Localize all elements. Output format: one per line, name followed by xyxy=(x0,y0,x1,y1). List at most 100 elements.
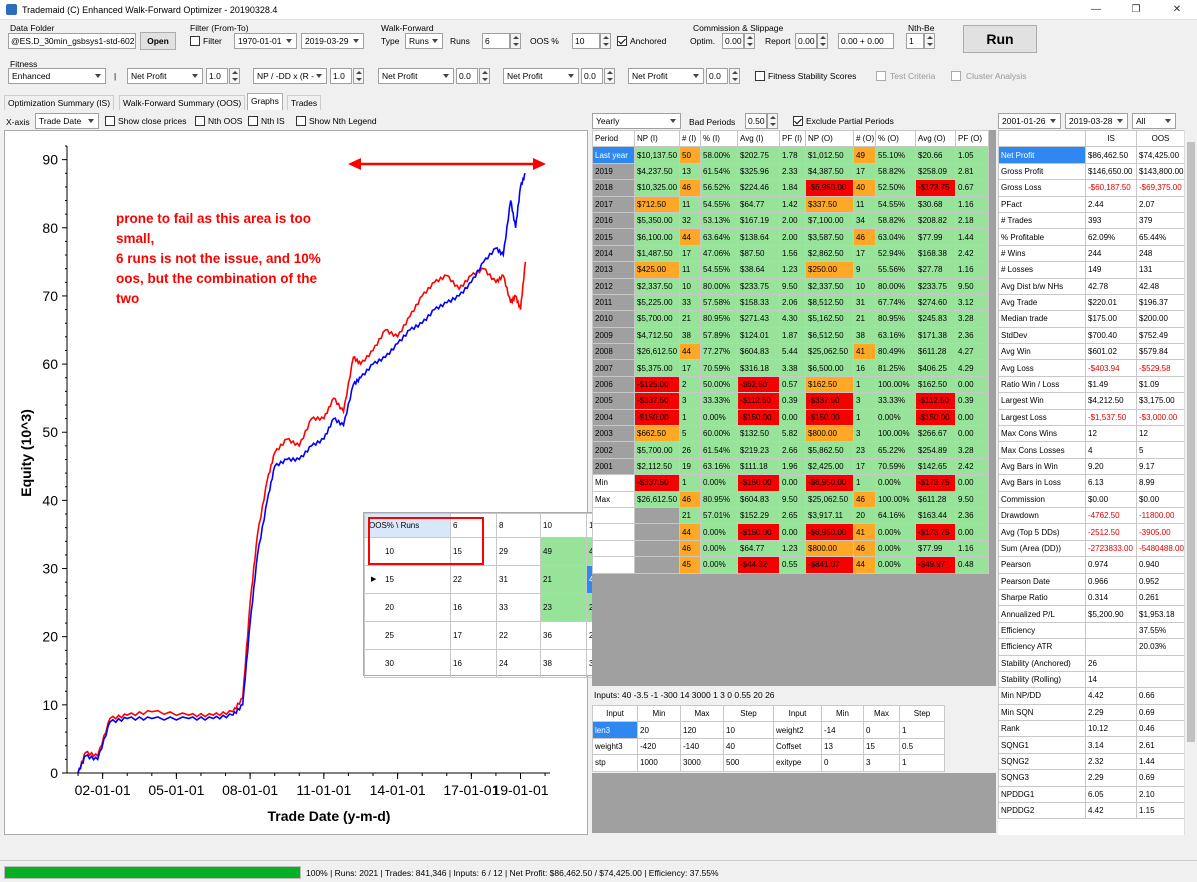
stats-row[interactable]: Avg Dist b/w NHs 42.78 42.48 xyxy=(998,277,1185,295)
inputs-cell[interactable]: exitype xyxy=(773,754,822,772)
inputs-cell[interactable]: len3 xyxy=(592,721,638,739)
inputs-cell[interactable]: 3 xyxy=(863,754,900,772)
stats-row[interactable]: Avg Win $601.02 $579.84 xyxy=(998,343,1185,361)
stats-row[interactable]: Min SQN 2.29 0.69 xyxy=(998,703,1185,722)
runs-spinner[interactable] xyxy=(510,33,521,49)
report-input[interactable]: 0.00 xyxy=(795,33,817,49)
matrix-cell[interactable]: 29 xyxy=(496,537,541,566)
fitness2-spinner[interactable] xyxy=(353,68,364,84)
exclude-partial-checkbox[interactable] xyxy=(793,116,803,126)
stats-row[interactable]: NPDDG2 4.42 1.15 xyxy=(998,802,1185,820)
stats-row[interactable]: Pearson Date 0.966 0.952 xyxy=(998,572,1185,590)
period-row[interactable]: 2001 $2,112.50 19 63.16% $111.18 1.96 $2,425.0… xyxy=(592,457,989,476)
matrix-cell[interactable]: 22 xyxy=(450,565,497,594)
stats-scrollbar[interactable] xyxy=(1184,130,1196,835)
period-row[interactable]: 2019 $4,237.50 13 61.54% $325.96 2.33 $4,387.5… xyxy=(592,162,989,181)
stats-row[interactable]: Stability (Rolling) 14 xyxy=(998,670,1185,689)
matrix-cell[interactable]: 24 xyxy=(496,649,541,678)
matrix-cell[interactable]: 16 xyxy=(450,593,497,622)
stats-row[interactable]: Max Cons Wins 12 12 xyxy=(998,425,1185,443)
period-col-header[interactable]: Avg (O) xyxy=(915,129,956,148)
stats-row[interactable]: Commission $0.00 $0.00 xyxy=(998,490,1185,508)
type-select[interactable]: Runs xyxy=(405,33,443,49)
fitness4-spinner[interactable] xyxy=(604,68,615,84)
period-col-header[interactable]: Avg (I) xyxy=(737,129,780,148)
inputs-cell[interactable]: 3000 xyxy=(680,754,724,772)
period-row[interactable]: 2015 $6,100.00 44 63.64% $138.64 2.00 $3,587.5… xyxy=(592,228,989,246)
inputs-cell[interactable]: -140 xyxy=(680,737,724,756)
report-spinner[interactable] xyxy=(817,33,828,49)
inputs-col-header[interactable]: Min xyxy=(821,704,864,723)
xaxis-select[interactable]: Trade Date xyxy=(35,113,99,129)
inputs-col-header[interactable]: Step xyxy=(899,704,945,723)
fitness1-select[interactable]: Net Profit xyxy=(127,68,203,84)
period-row[interactable]: 2010 $5,700.00 21 80.95% $271.43 4.30 $5,162.5… xyxy=(592,310,989,328)
inputs-cell[interactable]: 120 xyxy=(680,721,724,739)
stats-row[interactable]: Ratio Win / Loss $1.49 $1.09 xyxy=(998,375,1185,394)
stats-row[interactable]: Avg Bars in Win 9.20 9.17 xyxy=(998,457,1185,476)
period-row[interactable]: 2006 -$125.00 2 50.00% -$62.50 0.57 $162.50 1 10… xyxy=(592,375,989,394)
period-row[interactable]: Last year $10,137.50 50 58.00% $202.75 1.78 $1… xyxy=(592,146,989,164)
tab-graphs[interactable]: Graphs xyxy=(247,93,283,110)
period-row[interactable]: 2018 $10,325.00 46 56.52% $224.46 1.84 -$6,950… xyxy=(592,179,989,197)
inputs-cell[interactable]: stp xyxy=(592,754,638,772)
stats-row[interactable]: Min NP/DD 4.42 0.66 xyxy=(998,687,1185,705)
stats-row[interactable]: # Losses 149 131 xyxy=(998,261,1185,279)
inputs-cell[interactable]: -14 xyxy=(821,721,864,739)
inputs-cell[interactable]: Coffset xyxy=(773,737,822,756)
nth-spinner[interactable] xyxy=(924,33,935,49)
test-criteria-checkbox[interactable] xyxy=(876,71,886,81)
period-row[interactable]: 2014 $1,487.50 17 47.06% $87.50 1.56 $2,862.50… xyxy=(592,244,989,263)
scrollbar-thumb[interactable] xyxy=(1187,142,1195,742)
inputs-row[interactable]: stp 1000 3000 500 exitype 0 3 1 xyxy=(592,754,945,772)
inputs-col-header[interactable]: Max xyxy=(863,704,900,723)
stats-row[interactable]: Largest Win $4,212.50 $3,175.00 xyxy=(998,392,1185,410)
period-row[interactable]: 21 57.01% $152.29 2.65 $3,917.11 20 64.16% $163… xyxy=(592,506,989,525)
period-col-header[interactable]: % (I) xyxy=(700,129,738,148)
stats-row[interactable]: Rank 10.12 0.46 xyxy=(998,720,1185,738)
period-col-header[interactable]: NP (O) xyxy=(805,129,854,148)
period-row[interactable]: Max $26,612.50 46 80.95% $604.83 9.50 $25,062.… xyxy=(592,490,989,508)
inputs-cell[interactable]: 20 xyxy=(637,721,681,739)
stats-row[interactable]: PFact 2.44 2.07 xyxy=(998,195,1185,213)
fitness3-spinner[interactable] xyxy=(479,68,490,84)
optim-input[interactable]: 0.00 xyxy=(722,33,744,49)
period-row[interactable]: 46 0.00% $64.77 1.23 $800.00 46 0.00% $77.99 1.1… xyxy=(592,539,989,558)
inputs-col-header[interactable]: Input xyxy=(773,704,822,723)
fitness2-weight[interactable]: 1.0 xyxy=(330,68,352,84)
period-row[interactable]: 2004 -$150.00 1 0.00% -$150.00 0.00 -$150.00 1 0… xyxy=(592,408,989,427)
fitness3-weight[interactable]: 0.0 xyxy=(456,68,478,84)
period-row[interactable]: 2017 $712.50 11 54.55% $64.77 1.42 $337.50 11 54… xyxy=(592,195,989,213)
stats-row[interactable]: SQNG3 2.29 0.69 xyxy=(998,769,1185,787)
matrix-cell[interactable]: 49 xyxy=(540,537,587,566)
period-col-header[interactable]: # (O) xyxy=(853,129,876,148)
maximize-button[interactable]: ❐ xyxy=(1116,0,1156,20)
stats-row[interactable]: Pearson 0.974 0.940 xyxy=(998,556,1185,574)
optim-spinner[interactable] xyxy=(744,33,755,49)
bad-periods-spinner[interactable] xyxy=(767,113,778,129)
fitness4-weight[interactable]: 0.0 xyxy=(581,68,603,84)
period-row[interactable]: 2008 $26,612.50 44 77.27% $604.83 5.44 $25,062… xyxy=(592,343,989,361)
all-select[interactable]: All xyxy=(1132,113,1176,129)
data-folder-input[interactable]: @ES.D_30min_gsbsys1-std-602 xyxy=(8,33,136,49)
stats-row[interactable]: Max Cons Losses 4 5 xyxy=(998,441,1185,459)
period-row[interactable]: 2002 $5,700.00 26 61.54% $219.23 2.66 $5,862.5… xyxy=(592,441,989,459)
show-close-checkbox[interactable] xyxy=(105,116,115,126)
stats-row[interactable]: Avg Bars in Loss 6.13 8.99 xyxy=(998,474,1185,492)
tab-walk-forward-summary[interactable]: Walk-Forward Summary (OOS) xyxy=(119,95,246,110)
matrix-cell[interactable]: 38 xyxy=(540,649,587,678)
stats-row[interactable]: Gross Profit $146,650.00 $143,800.00 xyxy=(998,162,1185,181)
bad-periods-input[interactable]: 0.50 xyxy=(745,113,767,129)
close-button[interactable]: ✕ xyxy=(1157,0,1197,20)
stats-row[interactable]: Sum (Area (DD)) -2723833.00 -5480488.00 xyxy=(998,539,1185,558)
inputs-cell[interactable]: 1000 xyxy=(637,754,681,772)
inputs-row[interactable]: weight3 -420 -140 40 Coffset 13 15 0.5 xyxy=(592,737,945,756)
stats-row[interactable]: Annualized P/L $5,200.90 $1,953.18 xyxy=(998,605,1185,623)
period-row[interactable]: 44 0.00% -$150.00 0.00 -$6,950.00 41 0.00% -$17… xyxy=(592,523,989,541)
stats-row[interactable]: Avg Trade $220.01 $196.37 xyxy=(998,293,1185,312)
oos-spinner[interactable] xyxy=(600,33,611,49)
period-col-header[interactable]: NP (I) xyxy=(634,129,680,148)
stats-row[interactable]: Avg Loss -$403.94 -$529.58 xyxy=(998,359,1185,377)
nth-is-checkbox[interactable] xyxy=(248,116,258,126)
period-row[interactable]: Min -$337.50 1 0.00% -$150.00 0.00 -$6,950.00 1… xyxy=(592,474,989,492)
